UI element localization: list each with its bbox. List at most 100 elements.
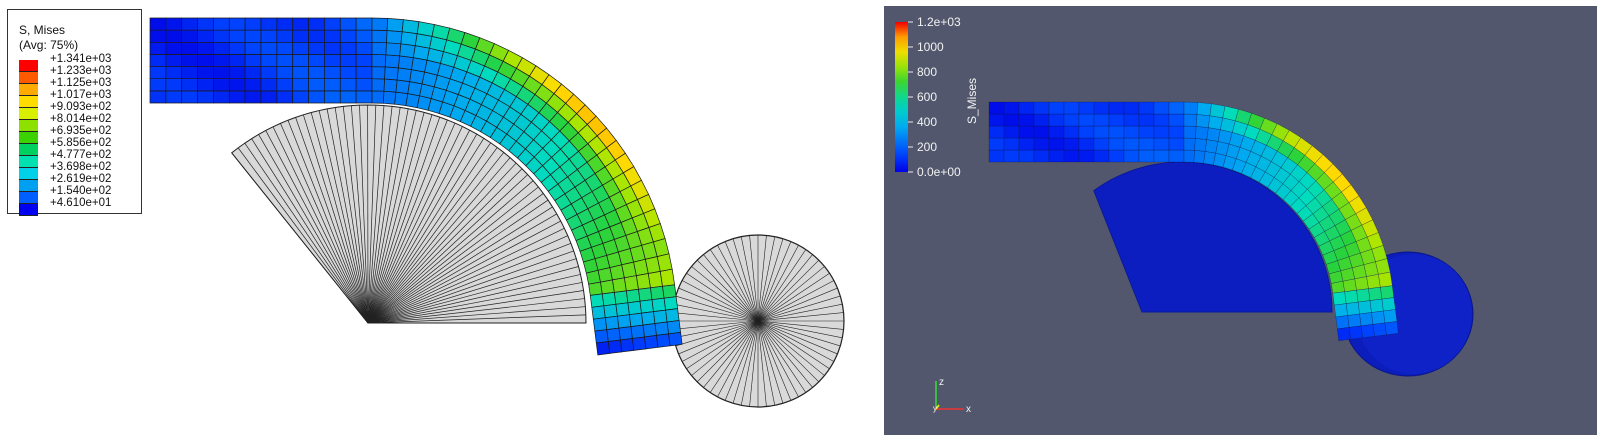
mesh-element: [1168, 137, 1185, 151]
mesh-element: [339, 41, 357, 55]
mesh-element: [276, 41, 294, 55]
mesh-element: [1331, 280, 1345, 294]
legend-entry: +1.233e+03: [19, 65, 111, 84]
mesh-element: [165, 29, 183, 43]
mesh-element: [591, 305, 606, 320]
pv-axis-y-label: y: [933, 404, 937, 413]
mesh-element: [371, 29, 388, 44]
mesh-element: [308, 90, 325, 104]
mesh-element: [1153, 101, 1170, 115]
legend-label: +3.698e+02: [50, 161, 112, 173]
mesh-element: [228, 90, 246, 104]
mesh-element: [1093, 137, 1110, 151]
mesh-element: [324, 41, 341, 55]
mesh-element: [276, 54, 294, 67]
mesh-element: [260, 17, 278, 31]
mesh-element: [386, 30, 403, 45]
pv-colorbar-label: 200: [917, 140, 937, 154]
mesh-element: [1337, 327, 1351, 342]
mesh-element: [627, 300, 642, 316]
pv-colorbar: 1.2e+03 1000 800 600 400 200 0.0e+00 S_Mises: [895, 15, 979, 179]
mesh-element: [355, 17, 373, 31]
mesh-element: [1153, 149, 1170, 163]
paraview-viewport[interactable]: 1.2e+03 1000 800 600 400 200 0.0e+00 S_Mises z x y: [884, 6, 1597, 435]
legend-swatch: [19, 180, 38, 192]
mesh-element: [292, 29, 309, 43]
mesh-element: [371, 66, 386, 80]
mesh-element: [385, 42, 402, 57]
legend-swatch: [19, 108, 38, 120]
mesh-element: [1357, 300, 1372, 315]
mesh-element: [639, 299, 654, 314]
mesh-element: [607, 339, 623, 354]
mesh-element: [620, 338, 635, 353]
mesh-element: [1018, 137, 1035, 151]
mesh-element: [398, 55, 414, 70]
mesh-element: [165, 41, 183, 55]
mesh-element: [324, 90, 341, 104]
mesh-element: [371, 17, 389, 31]
mesh-element: [149, 54, 167, 67]
abaqus-viewport[interactable]: S, Mises (Avg: 75%) +1.341e+03 +1.233e+03…: [0, 0, 880, 441]
mesh-element: [371, 78, 385, 92]
mesh-element: [244, 54, 262, 67]
mesh-element: [1334, 303, 1348, 318]
legend-entry: +1.017e+03: [19, 89, 111, 108]
mesh-element: [308, 41, 325, 55]
mesh-element: [1123, 149, 1140, 163]
mesh-element: [1123, 101, 1140, 115]
mesh-element: [394, 91, 409, 106]
stress-legend: S, Mises (Avg: 75%) +1.341e+03 +1.233e+03…: [7, 9, 142, 216]
mesh-element: [149, 29, 167, 43]
mesh-element: [1335, 315, 1350, 330]
mesh-element: [149, 90, 167, 104]
mesh-element: [1138, 137, 1155, 151]
mesh-element: [1078, 149, 1095, 163]
mesh-element: [1003, 137, 1020, 151]
legend-swatch: [19, 120, 38, 132]
mesh-element: [659, 268, 676, 287]
mesh-element: [1342, 278, 1357, 292]
mesh-element: [988, 113, 1005, 127]
mesh-element: [213, 90, 230, 104]
mesh-element: [617, 314, 632, 329]
mesh-element: [1183, 101, 1199, 115]
mesh-element: [181, 17, 198, 31]
pv-colorbar-label: 1.2e+03: [917, 15, 961, 29]
mesh-element: [1108, 149, 1125, 163]
mesh-element: [1138, 149, 1155, 163]
mesh-element: [618, 326, 633, 341]
mesh-element: [292, 78, 309, 92]
mesh-element: [1093, 113, 1110, 127]
pv-colorbar-label: 800: [917, 65, 937, 79]
mesh-element: [395, 79, 411, 94]
mesh-element: [213, 41, 230, 55]
mesh-element: [1366, 274, 1381, 289]
mesh-element: [1093, 101, 1110, 115]
mesh-element: [276, 17, 294, 31]
mesh-element: [1033, 101, 1050, 115]
paraview-render-canvas: 1.2e+03 1000 800 600 400 200 0.0e+00 S_Misesz x y: [895, 15, 1474, 415]
mesh-element: [1093, 149, 1110, 163]
mesh-element: [1138, 125, 1155, 139]
mesh-element: [324, 29, 341, 43]
legend-subtitle: (Avg: 75%): [19, 38, 79, 52]
mesh-element: [181, 66, 198, 80]
mesh-element: [1033, 113, 1050, 127]
mesh-element: [1138, 113, 1155, 127]
legend-label: +1.125e+03: [50, 77, 112, 89]
mesh-element: [276, 66, 294, 80]
mesh-element: [399, 43, 416, 58]
mesh-element: [197, 41, 214, 55]
legend-entry: +3.698e+02: [19, 161, 111, 180]
mesh-element: [1048, 137, 1065, 151]
mesh-element: [149, 78, 167, 92]
mesh-element: [339, 17, 357, 31]
mesh-element: [988, 149, 1005, 163]
mesh-element: [1018, 113, 1035, 127]
legend-entry: +4.777e+02: [19, 149, 111, 168]
mesh-element: [624, 275, 639, 292]
mesh-element: [213, 29, 230, 43]
mesh-element: [371, 41, 387, 56]
mesh-element: [604, 315, 620, 330]
